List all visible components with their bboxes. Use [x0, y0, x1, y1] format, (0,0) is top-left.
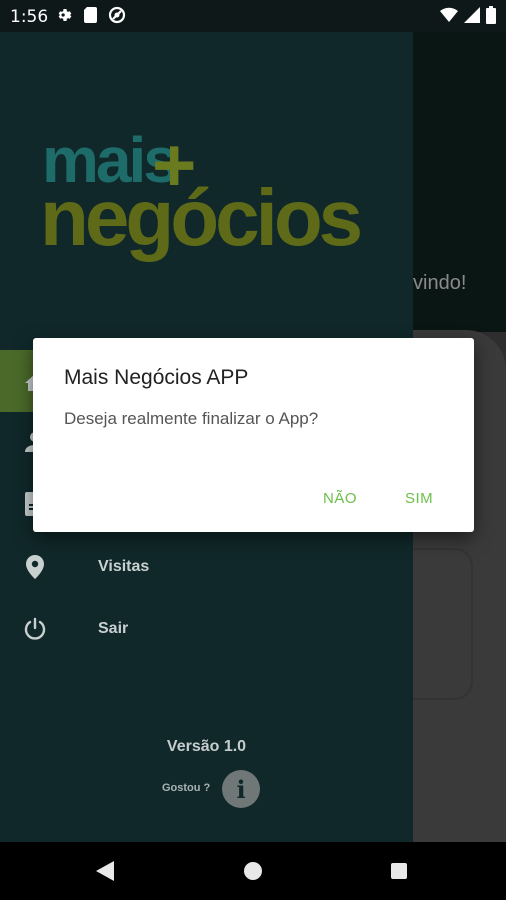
background-inner-card: [413, 548, 473, 700]
feedback-label: Gostou ?: [162, 782, 211, 794]
no-button[interactable]: NÃO: [323, 490, 357, 507]
nav-item-visitas[interactable]: Visitas: [0, 537, 413, 597]
cell-signal-icon: [464, 7, 480, 23]
location-pin-icon: [22, 554, 48, 580]
welcome-text: vindo!: [413, 272, 467, 294]
yes-button[interactable]: SIM: [405, 490, 433, 507]
exit-confirmation-dialog: Mais Negócios APP Deseja realmente final…: [33, 338, 474, 532]
back-icon[interactable]: [96, 861, 114, 886]
power-icon: [22, 616, 48, 642]
info-button[interactable]: i: [222, 770, 260, 808]
system-navigation-bar: [0, 842, 506, 900]
nav-item-label: Visitas: [98, 558, 150, 575]
logo-negocios: negócios: [40, 173, 363, 262]
dialog-title: Mais Negócios APP: [64, 366, 249, 389]
nav-item-label: Sair: [98, 620, 129, 637]
status-time: 1:56: [10, 7, 49, 27]
status-bar: 1:56: [0, 0, 506, 32]
version-label: Versão 1.0: [166, 738, 247, 755]
recents-icon[interactable]: [391, 863, 407, 879]
data-saver-icon: [108, 6, 126, 24]
wifi-icon: [440, 7, 458, 23]
home-button-icon[interactable]: [244, 862, 262, 880]
dialog-message: Deseja realmente finalizar o App?: [64, 409, 319, 428]
info-icon: i: [236, 774, 246, 804]
sim-card-icon: [83, 6, 99, 24]
battery-icon: [486, 6, 496, 24]
nav-item-sair[interactable]: Sair: [0, 599, 413, 659]
settings-icon: [56, 6, 74, 24]
